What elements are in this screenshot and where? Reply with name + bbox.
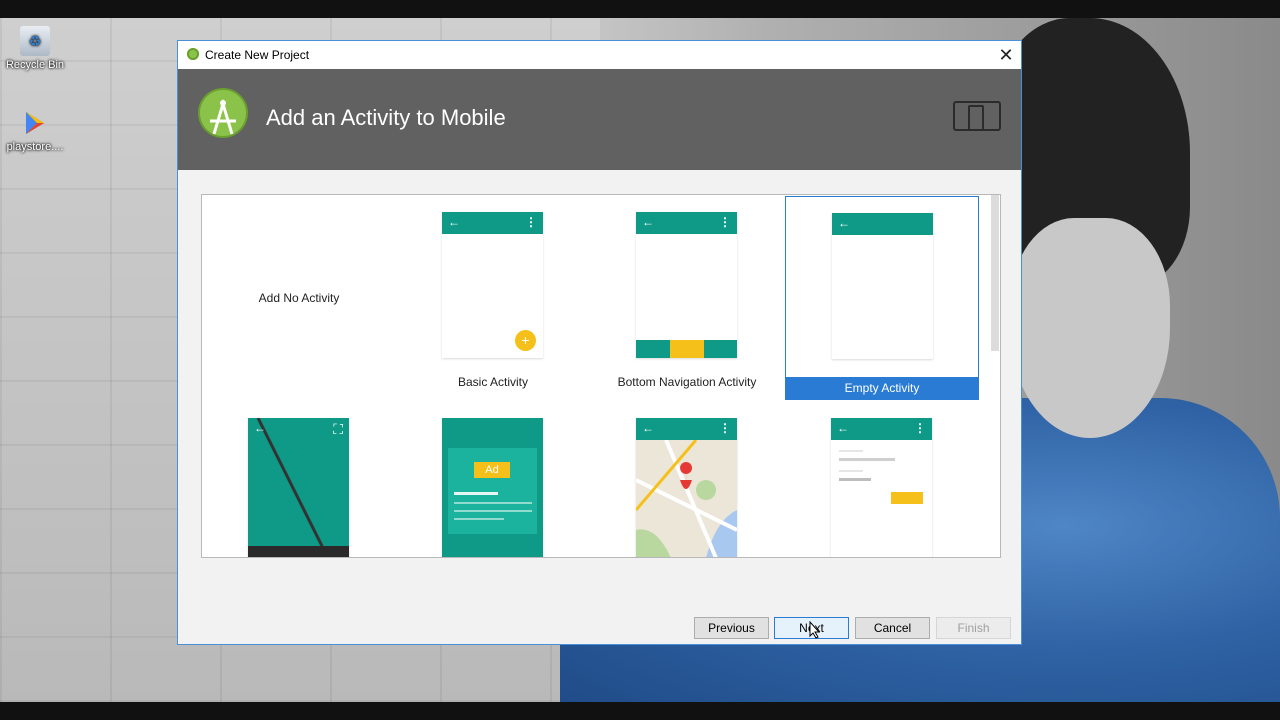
template-login-activity[interactable]: ← ⋮ <box>785 400 979 557</box>
page-title: Add an Activity to Mobile <box>266 105 506 130</box>
close-icon[interactable]: ✕ <box>991 41 1021 69</box>
overflow-menu-icon: ⋮ <box>525 215 537 229</box>
dialog-header: Add an Activity to Mobile <box>178 69 1021 170</box>
template-fullscreen-activity[interactable]: ← ⛶ <box>202 400 396 557</box>
overflow-menu-icon: ⋮ <box>719 215 731 229</box>
overflow-menu-icon: ⋮ <box>914 421 926 435</box>
back-arrow-icon: ← <box>254 421 266 435</box>
overflow-menu-icon: ⋮ <box>719 421 731 435</box>
template-basic-activity[interactable]: ← ⋮ + Basic Activity <box>396 195 590 399</box>
dialog-button-bar: Previous Next Cancel Finish <box>694 617 1024 639</box>
back-arrow-icon: ← <box>642 421 654 435</box>
back-arrow-icon: ← <box>642 215 654 229</box>
template-preview: ← <box>832 213 933 359</box>
desktop-icon-recycle-bin[interactable]: ♻ Recycle Bin <box>0 26 70 71</box>
template-preview: ← ⋮ <box>636 212 737 358</box>
template-preview: ← ⋮ <box>636 418 737 557</box>
recycle-bin-icon: ♻ <box>20 26 50 56</box>
preview-app-bar: ← ⋮ <box>442 212 543 234</box>
template-preview: ← ⋮ <box>831 418 932 557</box>
play-store-icon <box>20 108 50 138</box>
map-preview <box>636 440 737 557</box>
tablet-phone-icon <box>953 101 1001 131</box>
template-label: Bottom Navigation Activity <box>617 375 757 389</box>
cancel-button[interactable]: Cancel <box>855 617 930 639</box>
preview-bottom-nav <box>636 340 737 358</box>
template-preview: ← ⋮ + <box>442 212 543 358</box>
fab-plus-icon: + <box>515 330 536 351</box>
dialog-title: Create New Project <box>205 48 310 62</box>
template-preview: Ad <box>442 418 543 557</box>
finish-button[interactable]: Finish <box>936 617 1011 639</box>
template-add-no-activity[interactable]: Add No Activity <box>202 195 396 399</box>
mouse-cursor-icon <box>809 621 821 639</box>
desktop-icon-label: Recycle Bin <box>5 59 65 71</box>
template-maps-activity[interactable]: ← ⋮ <box>590 400 784 557</box>
preview-app-bar: ← <box>832 213 933 235</box>
desktop-icon-playstore[interactable]: playstore.... <box>0 108 70 153</box>
preview-app-bar: ← ⋮ <box>636 212 737 234</box>
template-bottom-navigation-activity[interactable]: ← ⋮ Bottom Navigation Activity <box>590 195 784 399</box>
back-arrow-icon: ← <box>837 421 849 435</box>
dialog-titlebar[interactable]: Create New Project ✕ <box>178 41 1021 69</box>
back-arrow-icon: ← <box>448 215 460 229</box>
template-label: Add No Activity <box>258 291 340 305</box>
ad-badge: Ad <box>474 462 510 478</box>
wallpaper-person-face <box>1010 218 1170 438</box>
template-ad-activity[interactable]: Ad <box>396 400 590 557</box>
back-arrow-icon: ← <box>838 216 850 230</box>
desktop-icon-label: playstore.... <box>6 141 64 153</box>
template-label: Basic Activity <box>457 375 529 389</box>
template-empty-activity[interactable]: ← Empty Activity <box>785 196 979 400</box>
fullscreen-icon: ⛶ <box>333 421 343 437</box>
previous-button[interactable]: Previous <box>694 617 769 639</box>
create-new-project-dialog: Create New Project ✕ Add an Activity to … <box>177 40 1022 645</box>
template-preview: ← ⛶ <box>248 418 349 557</box>
template-label: Empty Activity <box>786 377 978 400</box>
android-studio-logo-icon <box>198 88 248 138</box>
android-studio-icon <box>187 48 199 60</box>
activity-template-gallery[interactable]: Add No Activity ← ⋮ + Basic Activity ← ⋮… <box>201 194 1001 558</box>
gallery-scrollbar[interactable] <box>990 195 1000 557</box>
preview-app-bar: ← ⋮ <box>831 418 932 440</box>
scrollbar-thumb[interactable] <box>991 195 999 351</box>
preview-app-bar: ← ⋮ <box>636 418 737 440</box>
